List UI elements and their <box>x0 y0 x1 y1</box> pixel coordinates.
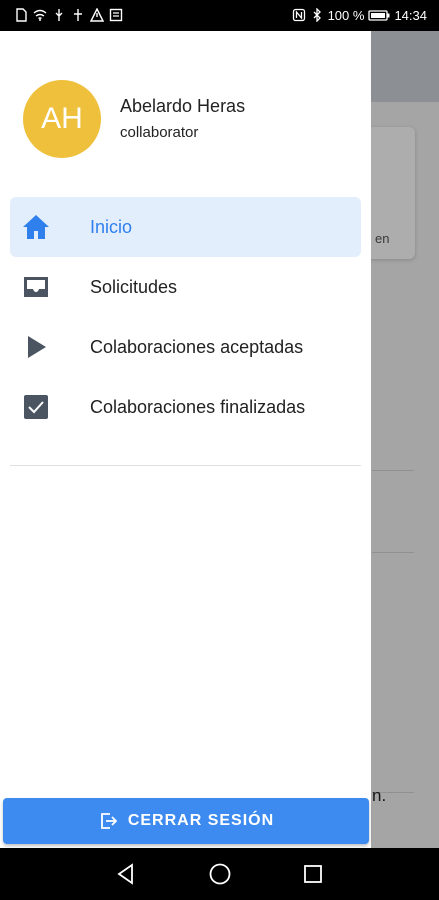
sim-icon <box>14 8 28 22</box>
user-role: collaborator <box>120 124 199 141</box>
back-icon[interactable] <box>114 862 138 886</box>
menu-item-colaboraciones-aceptadas[interactable]: Colaboraciones aceptadas <box>10 317 361 377</box>
menu-item-colaboraciones-finalizadas[interactable]: Colaboraciones finalizadas <box>10 377 361 437</box>
notification-icon <box>109 8 123 22</box>
menu-item-label: Inicio <box>90 216 133 237</box>
user-name: Abelardo Heras <box>120 96 246 116</box>
logout-icon <box>98 811 118 831</box>
wifi-icon <box>33 8 47 22</box>
usb-icon <box>52 8 66 22</box>
recents-icon[interactable] <box>301 862 325 886</box>
battery-icon <box>368 8 390 22</box>
nfc-icon <box>292 8 306 22</box>
home-icon <box>22 214 50 240</box>
status-bar-system: 100 % 14:34 <box>292 6 427 24</box>
menu-item-label: Colaboraciones aceptadas <box>90 336 304 357</box>
bluetooth-icon <box>310 8 324 22</box>
menu-item-inicio[interactable]: Inicio <box>10 197 361 257</box>
system-navigation-bar <box>0 848 439 900</box>
menu-divider <box>10 465 361 466</box>
logout-button[interactable]: CERRAR SESIÓN <box>3 798 369 844</box>
clock: 14:34 <box>394 7 427 23</box>
menu-item-label: Solicitudes <box>90 276 178 297</box>
navigation-drawer: AH Abelardo Heras collaborator Inicio So… <box>0 31 371 848</box>
warning-icon <box>90 8 104 22</box>
avatar: AH <box>23 80 101 158</box>
menu-item-solicitudes[interactable]: Solicitudes <box>10 257 361 317</box>
play-icon <box>22 334 50 360</box>
usb-debug-icon <box>71 8 85 22</box>
battery-percent: 100 % <box>327 7 365 23</box>
checkbox-icon <box>22 394 50 420</box>
logout-label: CERRAR SESIÓN <box>127 812 275 829</box>
home-button-icon[interactable] <box>208 862 232 886</box>
inbox-icon <box>22 274 50 300</box>
menu-item-label: Colaboraciones finalizadas <box>90 396 306 417</box>
status-bar: 100 % 14:34 <box>0 0 439 31</box>
drawer-menu: Inicio Solicitudes Colaboraciones acepta… <box>10 197 361 437</box>
status-bar-notifications <box>14 6 123 24</box>
